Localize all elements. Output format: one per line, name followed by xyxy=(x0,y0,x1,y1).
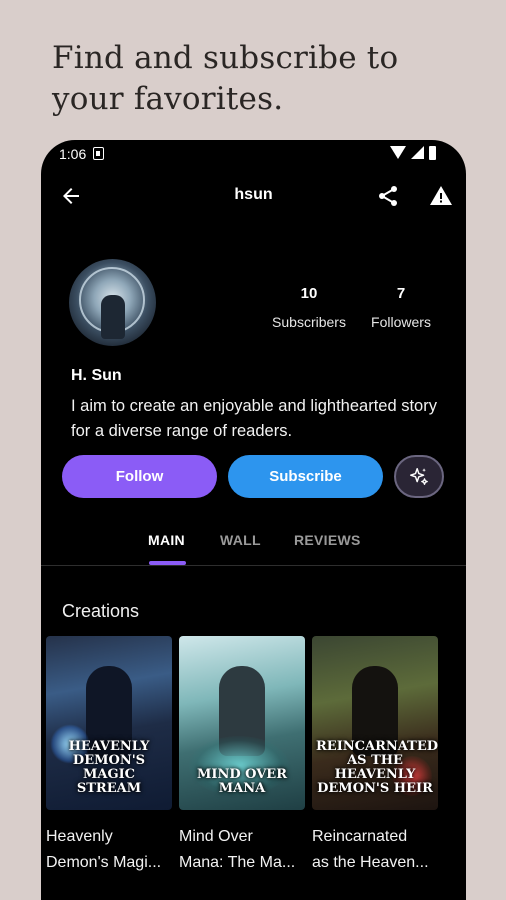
creation-title-line-2: as the Heaven... xyxy=(312,854,429,871)
phone-screen: 1:06 hsun 10 Subscribers 7 Followers H. … xyxy=(41,140,466,900)
creation-cover: HEAVENLY DEMON'S MAGIC STREAM xyxy=(46,636,172,810)
wifi-icon xyxy=(390,146,406,159)
cover-title-art: REINCARNATED AS THE HEAVENLY DEMON'S HEI… xyxy=(316,739,438,796)
report-warning-icon[interactable] xyxy=(428,184,454,208)
profile-bio: I aim to create an enjoyable and lighthe… xyxy=(71,397,437,440)
subscribers-label: Subscribers xyxy=(272,314,346,330)
tab-wall[interactable]: WALL xyxy=(220,532,261,548)
status-bar: 1:06 xyxy=(41,140,466,168)
creation-card[interactable]: MIND OVER MANA Mind Over Mana: The Ma... xyxy=(179,636,305,876)
subscribers-stat[interactable]: 10 Subscribers xyxy=(265,285,353,330)
page-title: hsun xyxy=(234,186,273,203)
promo-headline: Find and subscribe to your favorites. xyxy=(52,38,398,120)
follow-button[interactable]: Follow xyxy=(62,455,217,498)
subscribe-button[interactable]: Subscribe xyxy=(228,455,383,498)
creation-title-line-1: Reincarnated xyxy=(312,828,408,845)
creation-title-line-1: Heavenly xyxy=(46,828,113,845)
promo-line-1: Find and subscribe to xyxy=(52,40,399,76)
promo-line-2: your favorites. xyxy=(52,81,284,117)
creations-heading: Creations xyxy=(62,601,140,621)
creation-title-line-2: Demon's Magi... xyxy=(46,854,162,871)
creation-card[interactable]: REINCARNATED AS THE HEAVENLY DEMON'S HEI… xyxy=(312,636,438,876)
status-time: 1:06 xyxy=(59,146,87,162)
signal-icon xyxy=(411,146,424,159)
creation-cover: REINCARNATED AS THE HEAVENLY DEMON'S HEI… xyxy=(312,636,438,810)
share-icon[interactable] xyxy=(376,184,400,208)
followers-stat[interactable]: 7 Followers xyxy=(365,285,437,330)
battery-icon xyxy=(429,146,436,160)
app-bar: hsun xyxy=(41,176,466,216)
profile-name: H. Sun xyxy=(71,367,122,384)
creation-title-line-1: Mind Over xyxy=(179,828,253,845)
sparkle-icon xyxy=(410,467,428,485)
sparkle-button[interactable] xyxy=(394,455,444,498)
profile-tabs: MAIN WALL REVIEWS xyxy=(41,528,466,566)
tab-main[interactable]: MAIN xyxy=(148,532,185,548)
cover-title-art: HEAVENLY DEMON'S MAGIC STREAM xyxy=(68,739,150,796)
avatar-figure xyxy=(101,295,125,339)
cover-title-art: MIND OVER MANA xyxy=(196,767,288,796)
followers-label: Followers xyxy=(371,314,431,330)
creation-card[interactable]: HEAVENLY DEMON'S MAGIC STREAM Heavenly D… xyxy=(46,636,172,876)
followers-count: 7 xyxy=(396,285,406,302)
tab-reviews[interactable]: REVIEWS xyxy=(294,532,361,548)
subscribers-count: 10 xyxy=(300,285,318,302)
sim-icon xyxy=(93,147,104,160)
avatar xyxy=(69,259,156,346)
tabs-divider xyxy=(41,565,466,566)
creation-title-line-2: Mana: The Ma... xyxy=(179,854,296,871)
creation-cover: MIND OVER MANA xyxy=(179,636,305,810)
